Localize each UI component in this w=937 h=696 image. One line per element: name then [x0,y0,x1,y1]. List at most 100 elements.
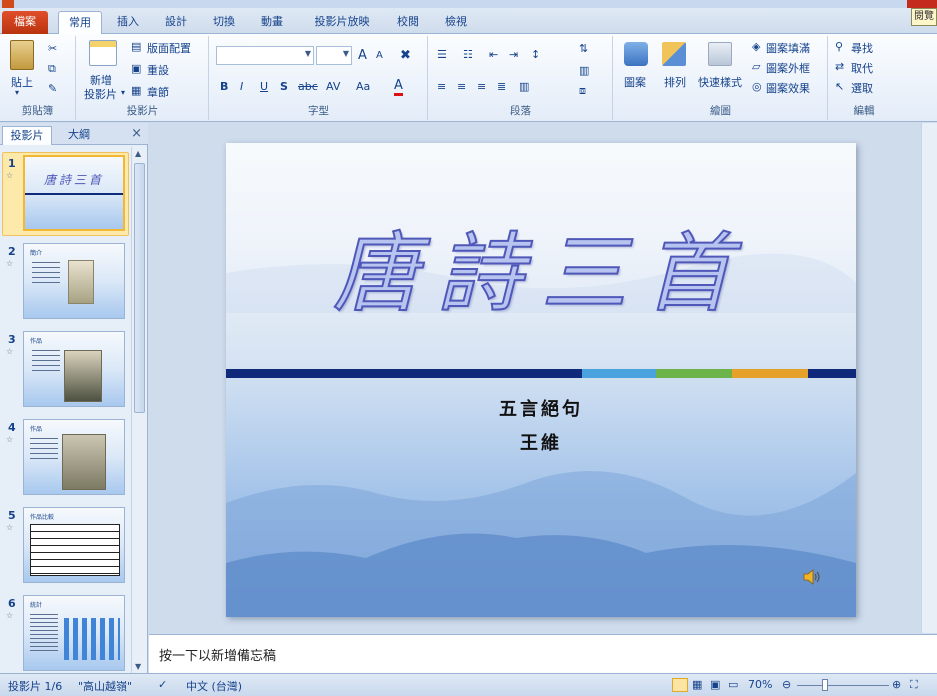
tab-review[interactable]: 校閱 [388,11,428,34]
shape-fill-button[interactable]: 圖案填滿 [766,40,810,56]
notes-placeholder[interactable]: 按一下以新增備忘稿 [159,645,276,664]
scroll-up-icon[interactable]: ▲ [135,149,141,158]
format-painter-icon[interactable]: ✎ [48,82,57,95]
grow-font-button[interactable]: A [358,48,367,63]
spellcheck-icon[interactable]: ✓ [158,678,167,691]
group-paragraph: ☰ ☷ ⇤ ⇥ ↕ ⇅ ▥ ⧈ ≡ ≡ ≡ ≣ ▥ 段落 [429,36,613,120]
close-pane-icon[interactable]: × [131,126,142,141]
tab-slides[interactable]: 投影片 [2,126,52,145]
thumb-painting [64,350,102,402]
bold-button[interactable]: B [220,80,228,93]
transition-icon: ☆ [6,259,14,268]
thumb-chart [64,618,120,660]
normal-view-icon[interactable] [672,678,688,692]
help-popup: 閱覽 [911,8,937,26]
tab-home[interactable]: 常用 [58,11,102,35]
select-button[interactable]: 選取 [851,80,873,96]
thumb-title: 作品比較 [30,514,55,521]
scrollbar-thumb[interactable] [134,163,145,413]
align-right-icon[interactable]: ≡ [477,80,486,93]
copy-icon[interactable]: ⧉ [48,62,56,76]
current-slide[interactable]: 唐詩三首 五言絕句 王維 [226,143,856,617]
underline-button[interactable]: U [260,80,268,93]
new-slide-dropdown-icon[interactable]: ▾ [121,88,125,97]
paste-dropdown-icon[interactable]: ▾ [15,88,19,97]
align-left-icon[interactable]: ≡ [437,80,446,93]
group-label-font: 字型 [308,105,329,117]
smartart-icon[interactable]: ⧈ [579,84,586,98]
replace-button[interactable]: 取代 [851,60,873,76]
numbering-icon[interactable]: ☷ [463,48,473,61]
shape-outline-button[interactable]: 圖案外框 [766,60,810,76]
slide-subtitle[interactable]: 五言絕句 [226,395,856,421]
slide-title[interactable]: 唐詩三首 [226,203,856,328]
editor-scrollbar[interactable] [921,123,937,633]
theme-name[interactable]: "高山越嶺" [78,678,132,694]
tab-insert[interactable]: 插入 [108,11,148,34]
slide-sorter-icon[interactable]: ▦ [692,678,702,691]
shrink-font-button[interactable]: A [376,50,383,61]
new-slide-icon [89,40,117,66]
group-label-clipboard: 剪貼簿 [21,105,54,117]
slideshow-view-icon[interactable]: ▭ [728,678,738,691]
transition-icon: ☆ [6,435,14,444]
slides-pane-scrollbar[interactable]: ▲ ▼ [131,147,147,673]
reading-view-icon[interactable]: ▣ [710,678,720,691]
find-button[interactable]: 尋找 [851,40,873,56]
tab-file[interactable]: 檔案 [2,11,48,34]
zoom-slider-track[interactable] [797,685,889,686]
zoom-slider-thumb[interactable] [822,679,828,691]
increase-indent-icon[interactable]: ⇥ [509,48,518,61]
tab-outline[interactable]: 大綱 [56,126,102,145]
cut-icon[interactable]: ✂ [48,42,57,55]
italic-button[interactable]: I [240,80,243,93]
font-size-combo[interactable]: ▼ [316,46,352,65]
align-text-icon[interactable]: ▥ [579,64,589,77]
shadow-button[interactable]: S [280,80,288,93]
character-spacing-button[interactable]: AV [326,80,340,93]
decrease-indent-icon[interactable]: ⇤ [489,48,498,61]
strikethrough-button[interactable]: abc [298,80,318,93]
zoom-in-icon[interactable]: ⊕ [892,678,901,691]
columns-icon[interactable]: ▥ [519,80,529,93]
new-slide-button-line2[interactable]: 投影片 [84,86,117,102]
justify-icon[interactable]: ≣ [497,80,506,93]
slides-pane: 投影片 大綱 × 1 ☆ 唐詩三首 2 ☆ 簡介 3 ☆ 作品 4 ☆ 作品 5… [0,123,148,673]
title-bar-segment-1 [226,369,582,378]
section-icon: ▦ [131,84,142,97]
shape-effects-button[interactable]: 圖案效果 [766,80,810,96]
speaker-icon[interactable] [802,567,822,587]
section-button[interactable]: 章節 [147,84,169,100]
tab-animations[interactable]: 動畫 [252,11,292,34]
font-name-combo[interactable]: ▼ [216,46,314,65]
font-color-button[interactable]: A [394,78,403,96]
reset-button[interactable]: 重設 [147,62,169,78]
tab-transitions[interactable]: 切換 [204,11,244,34]
title-bar-segment-4 [732,369,808,378]
quick-styles-button[interactable]: 快速樣式 [698,74,742,90]
bullets-icon[interactable]: ☰ [437,48,447,61]
text-direction-icon[interactable]: ⇅ [579,42,588,55]
align-center-icon[interactable]: ≡ [457,80,466,93]
fit-to-window-icon[interactable]: ⛶ [910,678,918,692]
zoom-out-icon[interactable]: ⊖ [782,678,791,691]
tab-design[interactable]: 設計 [156,11,196,34]
change-case-button[interactable]: Aa [356,80,370,93]
language-indicator[interactable]: 中文 (台灣) [186,678,242,694]
title-bar-segment-5 [808,369,856,378]
status-bar: 投影片 1/6 "高山越嶺" ✓ 中文 (台灣) ▦ ▣ ▭ 70% ⊖ ⊕ ⛶ [0,673,937,696]
line-spacing-icon[interactable]: ↕ [531,48,540,61]
slide-author[interactable]: 王維 [226,429,856,455]
arrange-button[interactable]: 排列 [664,74,686,90]
notes-pane[interactable]: 按一下以新增備忘稿 [149,634,937,673]
close-window-button[interactable] [907,0,937,8]
tab-view[interactable]: 檢視 [436,11,476,34]
scroll-down-icon[interactable]: ▼ [135,662,141,671]
shapes-button[interactable]: 圖案 [624,74,646,90]
clear-format-icon[interactable]: ✖ [400,48,411,63]
tab-slideshow[interactable]: 投影片放映 [300,11,384,34]
slide-number: 5 [8,509,16,522]
title-bar [0,0,937,8]
zoom-level[interactable]: 70% [748,678,772,691]
layout-button[interactable]: 版面配置 [147,40,191,56]
